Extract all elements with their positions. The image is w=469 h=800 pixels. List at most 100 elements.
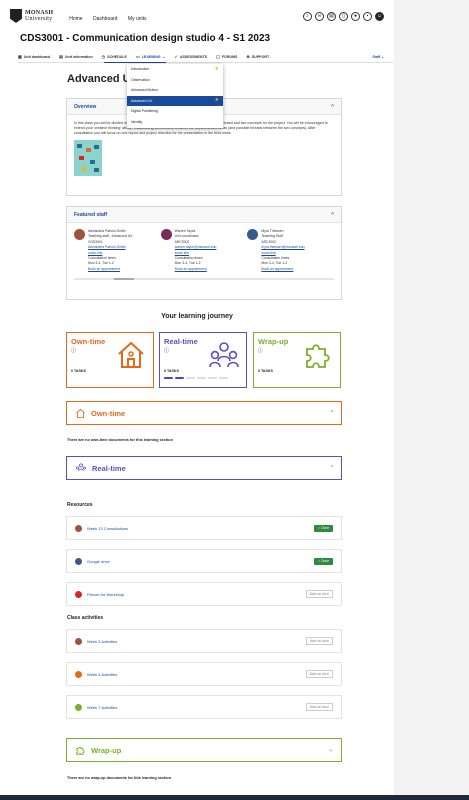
chevron-down-icon: ⌄ [328, 747, 333, 753]
done-button[interactable]: ✓ Done [313, 524, 333, 532]
top-bar: MONASH University Home Dashboard My unit… [0, 0, 394, 32]
top-icons: ⌕ ∞ ▤ ▯ ● ▪ ☺ [303, 11, 384, 21]
tab-unit-dashboard[interactable]: ▦ Unit dashboard [18, 54, 50, 59]
staff-scrollbar[interactable] [74, 278, 334, 281]
own-time-note: There are no own-time documents for this… [67, 438, 173, 442]
activity-item[interactable]: Week 5 Activities Mark as done [66, 662, 342, 686]
nav-my-units[interactable]: My units [128, 16, 147, 22]
dropdown-item-observation[interactable]: Observation [127, 75, 223, 86]
device-icon[interactable]: ▯ [339, 11, 348, 21]
activity-item[interactable]: Week 3 Activities Mark as done [66, 629, 342, 653]
avatar [74, 229, 85, 240]
activity-label[interactable]: Week 3 Activities [87, 639, 117, 644]
staff-email-link[interactable]: warren.taylor@monash.edu [175, 245, 217, 250]
section-name: Wrap-up [91, 745, 122, 755]
chevron-up-icon: ^ [331, 211, 334, 218]
unit-title: CDS3001 - Communication design studio 4 … [20, 33, 271, 44]
link-icon[interactable]: ∞ [315, 11, 324, 21]
real-time-section-header[interactable]: Real-time ^ [66, 456, 342, 480]
search-icon[interactable]: ⌕ [303, 11, 312, 21]
progress-segment [208, 377, 217, 380]
dropdown-item-advanced-ux[interactable]: Advanced UX ★ [127, 95, 223, 106]
people-group-icon [76, 463, 86, 472]
nav-dashboard[interactable]: Dashboard [93, 16, 117, 22]
journey-card-real-time[interactable]: Real-time ⓘ 6 TASKS [159, 332, 247, 388]
scrollbar-thumb[interactable] [114, 278, 134, 281]
task-count: 0 TASKS [71, 369, 86, 373]
nav-home[interactable]: Home [69, 16, 82, 22]
staff-switch[interactable]: Staff ⌄ [372, 55, 384, 59]
star-icon: ★ [214, 65, 219, 72]
unit-tabs: ▦ Unit dashboard ▤ Unit information ◷ SCHED… [18, 51, 394, 63]
tab-schedule[interactable]: ◷ SCHEDULE [102, 54, 127, 59]
tab-forums[interactable]: ▢ FORUMS [216, 54, 237, 59]
activity-item[interactable]: Week 7 Activities Mark as done [66, 695, 342, 719]
monash-logo[interactable]: MONASH University [10, 9, 53, 23]
taskbar [0, 795, 469, 800]
clock-icon: ◷ [101, 54, 106, 59]
dropdown-item-introduction[interactable]: Introduction ★ [127, 64, 223, 75]
consultation-icon [75, 524, 82, 532]
active-tab-underline [104, 62, 166, 63]
resource-item[interactable]: Week 13 Consultations ✓ Done [66, 516, 342, 540]
progress-segment [164, 377, 173, 380]
chevron-up-icon: ^ [330, 465, 333, 471]
done-button[interactable]: ✓ Done [313, 557, 333, 565]
staff-list: Alexandria Patroni-Smith Teaching staff … [67, 223, 341, 278]
tab-unit-information[interactable]: ▤ Unit information [59, 54, 93, 59]
user-icon[interactable]: ☺ [375, 11, 384, 21]
own-time-section-header[interactable]: Own-time ^ [66, 401, 342, 425]
dropdown-item-identity[interactable]: Identity [127, 117, 223, 128]
mark-as-done-button[interactable]: Mark as done [305, 670, 333, 678]
book-appointment-link[interactable]: Book an appointment [175, 267, 217, 272]
activity-icon [75, 670, 82, 678]
bell-icon[interactable]: ● [351, 11, 360, 21]
activity-label[interactable]: Week 7 Activities [87, 705, 117, 710]
check-icon: ✓ [174, 54, 178, 59]
tab-learning[interactable]: ▭ LEARNING ⌄ [136, 54, 166, 59]
logo-line2: University [25, 16, 53, 22]
overview-image[interactable] [74, 140, 102, 176]
resource-label[interactable]: Picture for Workshop [87, 592, 124, 597]
staff-email-link[interactable]: myra.thiessen@monash.edu [261, 245, 304, 250]
book-icon[interactable]: ▤ [327, 11, 336, 21]
featured-staff-card: Featured staff ^ Alexandria Patroni-Smith… [66, 206, 342, 300]
journey-card-wrap-up[interactable]: Wrap-up ⓘ 0 TASKS [253, 332, 341, 388]
home-icon [76, 408, 85, 418]
support-icon: ⊕ [246, 54, 250, 59]
resource-label[interactable]: Week 13 Consultations [87, 526, 128, 531]
avatar [160, 229, 172, 240]
book-appointment-link[interactable]: Book an appointment [88, 267, 132, 272]
tab-support[interactable]: ⊕ SUPPORT [246, 54, 269, 59]
resource-label[interactable]: Google drive [87, 559, 110, 564]
wrap-up-section-header[interactable]: Wrap-up ⌄ [66, 738, 342, 762]
tab-assessments[interactable]: ✓ ASSESSMENTS [175, 54, 208, 59]
featured-staff-header[interactable]: Featured staff ^ [67, 207, 341, 223]
activity-label[interactable]: Week 5 Activities [87, 672, 117, 677]
task-count: 0 TASKS [258, 369, 273, 373]
mark-as-done-button[interactable]: Mark as done [305, 703, 333, 711]
forum-icon: ▢ [216, 54, 220, 59]
top-nav: Home Dashboard My units [69, 7, 152, 25]
staff-member: Myra Thiessen Teaching Staff ARC3002 myr… [247, 229, 334, 272]
book-appointment-link[interactable]: Book an appointment [261, 267, 304, 272]
mark-as-done-button[interactable]: Mark as done [305, 637, 333, 645]
resource-item[interactable]: Picture for Workshop Mark as done [66, 582, 342, 606]
learning-icon: ▭ [135, 54, 140, 59]
progress-segment [175, 377, 184, 380]
dashboard-icon: ▦ [18, 54, 22, 59]
journey-title: Your learning journey [161, 313, 233, 320]
progress-segment [197, 377, 206, 380]
mark-as-done-button[interactable]: Mark as done [305, 590, 333, 598]
puzzle-icon [306, 344, 330, 368]
page-gutter [394, 0, 469, 800]
staff-member: Alexandria Patroni-Smith Teaching staff … [74, 229, 161, 272]
resource-item[interactable]: Google drive ✓ Done [66, 549, 342, 573]
dropdown-item-advanced-motion[interactable]: Advanced Motion [127, 85, 223, 96]
section-name: Own-time [91, 408, 126, 418]
chat-icon[interactable]: ▪ [363, 11, 372, 21]
journey-card-own-time[interactable]: Own-time ⓘ 0 TASKS [66, 332, 154, 388]
avatar [247, 229, 259, 240]
dropdown-item-digital-publishing[interactable]: Digital Publishing [127, 106, 223, 117]
home-icon [118, 341, 144, 368]
